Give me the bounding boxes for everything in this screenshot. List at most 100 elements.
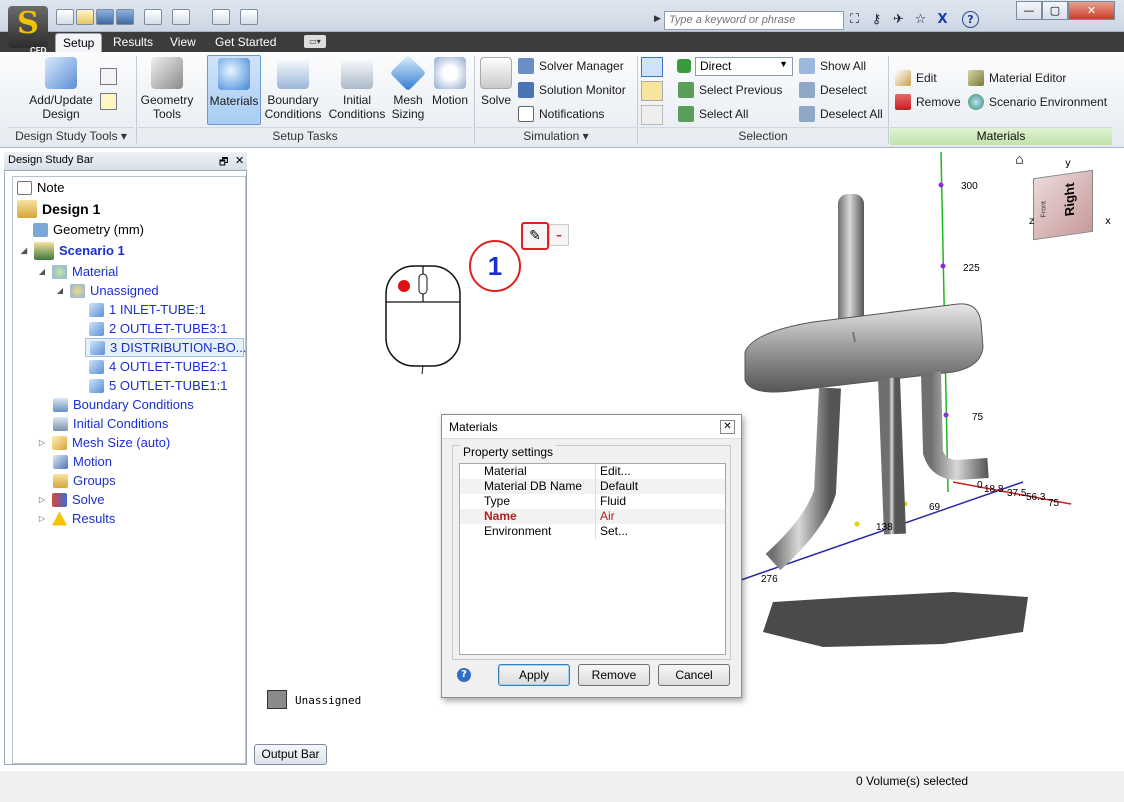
save-icon[interactable]	[96, 9, 114, 25]
satellite-icon[interactable]: ✈	[890, 11, 907, 28]
select-all-button[interactable]: Select All	[678, 104, 748, 124]
dialog-remove-button[interactable]: Remove	[578, 664, 650, 686]
remove-material-icon[interactable]: –	[549, 224, 569, 246]
solution-monitor-button[interactable]: Solution Monitor	[518, 80, 626, 100]
tree-mesh-size[interactable]: ▷ Mesh Size (auto)	[13, 433, 245, 452]
property-row-material[interactable]: Material Edit...	[460, 464, 725, 479]
collapse-icon[interactable]: ◢	[55, 286, 65, 295]
tree-boundary-conditions[interactable]: Boundary Conditions	[13, 395, 245, 414]
scenario-environment-button[interactable]: Scenario Environment	[968, 92, 1107, 112]
layout-icon[interactable]	[212, 9, 230, 25]
ribbon-options-icon[interactable]: ▭▾	[304, 35, 326, 48]
property-row-db-name[interactable]: Material DB Name Default	[460, 479, 725, 494]
dialog-close-icon[interactable]: ✕	[720, 420, 735, 434]
property-row-type[interactable]: Type Fluid	[460, 494, 725, 509]
minimize-button[interactable]: —	[1016, 1, 1042, 20]
initial-conditions-button[interactable]: Initial Conditions	[327, 55, 387, 125]
apply-button[interactable]: Apply	[498, 664, 570, 686]
dialog-help-icon[interactable]: ?	[457, 668, 471, 682]
star-icon[interactable]: ☆	[912, 11, 929, 28]
edit-button[interactable]: Edit	[895, 68, 937, 88]
remove-button[interactable]: Remove	[895, 92, 961, 112]
tree-part-1[interactable]: 1 INLET-TUBE:1	[13, 300, 245, 319]
view-cube[interactable]: Right Front	[1033, 169, 1093, 241]
motion-icon	[434, 57, 466, 89]
materials-button[interactable]: Materials	[207, 55, 261, 125]
expand-icon[interactable]: ▷	[37, 514, 47, 523]
tree-groups[interactable]: Groups	[13, 471, 245, 490]
tree-scenario[interactable]: ◢ Scenario 1	[13, 239, 245, 262]
key-icon[interactable]: ⚷	[868, 11, 885, 28]
separator	[136, 56, 137, 144]
binoculars-icon[interactable]: ⛶	[846, 11, 863, 28]
design-list-icon[interactable]	[100, 93, 117, 110]
notifications-button[interactable]: Notifications	[518, 104, 604, 124]
x-logo-icon[interactable]: X	[934, 11, 951, 28]
boundary-conditions-icon	[53, 397, 68, 412]
edit-material-icon[interactable]: ✎	[521, 222, 549, 250]
solve-icon	[52, 492, 67, 507]
boundary-conditions-button[interactable]: Boundary Conditions	[263, 55, 323, 125]
expand-icon[interactable]: ▷	[37, 495, 47, 504]
deselect-button[interactable]: Deselect	[799, 80, 867, 100]
close-panel-icon[interactable]: ✕	[235, 154, 244, 167]
tab-view[interactable]: View	[163, 33, 203, 52]
solver-manager-button[interactable]: Solver Manager	[518, 56, 624, 76]
cube-icon[interactable]	[172, 9, 190, 25]
collapse-icon[interactable]: ◢	[37, 267, 47, 276]
select-volume-icon[interactable]	[641, 57, 663, 77]
motion-button[interactable]: Motion	[429, 55, 471, 125]
property-row-name[interactable]: Name Air	[460, 509, 725, 524]
undo-icon[interactable]	[144, 9, 162, 25]
help-search-arrow-icon[interactable]: ▶	[654, 14, 661, 24]
tree-geometry[interactable]: Geometry (mm)	[13, 220, 245, 239]
close-button[interactable]: ✕	[1068, 1, 1115, 20]
show-all-button[interactable]: Show All	[799, 56, 866, 76]
select-edge-icon[interactable]	[641, 105, 663, 125]
group-simulation[interactable]: Simulation ▾	[476, 127, 636, 145]
tree-initial-conditions[interactable]: Initial Conditions	[13, 414, 245, 433]
solve-button[interactable]: Solve	[478, 55, 514, 125]
select-surface-icon[interactable]	[641, 81, 663, 101]
save-as-icon[interactable]	[116, 9, 134, 25]
expand-icon[interactable]: ▷	[37, 438, 47, 447]
tree-part-2[interactable]: 2 OUTLET-TUBE3:1	[13, 319, 245, 338]
axis-tick-label: 37.5	[1007, 488, 1027, 499]
selection-mode-dropdown[interactable]: Direct ▼	[677, 56, 795, 76]
restore-panel-icon[interactable]: 🗗	[219, 155, 228, 172]
tab-get-started[interactable]: Get Started	[208, 33, 283, 52]
deselect-all-button[interactable]: Deselect All	[799, 104, 883, 124]
output-bar-button[interactable]: Output Bar	[254, 744, 327, 765]
application-menu-button[interactable]: S CFD	[8, 6, 48, 55]
home-view-icon[interactable]: ⌂	[1015, 152, 1024, 168]
geometry-tools-button[interactable]: Geometry Tools	[138, 55, 196, 125]
mesh-sizing-button[interactable]: Mesh Sizing	[388, 54, 428, 125]
group-design-study-tools[interactable]: Design Study Tools ▾	[8, 127, 134, 145]
search-input[interactable]: Type a keyword or phrase	[664, 11, 844, 30]
tree-material[interactable]: ◢ Material	[13, 262, 245, 281]
tree-part-5[interactable]: 5 OUTLET-TUBE1:1	[13, 376, 245, 395]
tree-results[interactable]: ▷ Results	[13, 509, 245, 528]
tree-design[interactable]: Design 1	[13, 197, 245, 220]
property-row-environment[interactable]: Environment Set...	[460, 524, 725, 539]
groups-icon	[53, 473, 68, 488]
design-copy-icon[interactable]	[100, 68, 117, 85]
collapse-icon[interactable]: ◢	[19, 246, 29, 255]
new-icon[interactable]	[56, 9, 74, 25]
cancel-button[interactable]: Cancel	[658, 664, 730, 686]
tree-motion[interactable]: Motion	[13, 452, 245, 471]
tree-unassigned[interactable]: ◢ Unassigned	[13, 281, 245, 300]
mouse-wheel	[418, 273, 428, 295]
tab-results[interactable]: Results	[106, 33, 160, 52]
tab-setup[interactable]: Setup	[55, 33, 103, 52]
select-previous-button[interactable]: Select Previous	[678, 80, 782, 100]
tree-part-4[interactable]: 4 OUTLET-TUBE2:1	[13, 357, 245, 376]
open-icon[interactable]	[76, 9, 94, 25]
settings-icon[interactable]	[240, 9, 258, 25]
tree-part-3[interactable]: 3 DISTRIBUTION-BO...	[85, 338, 247, 357]
help-icon[interactable]: ?	[962, 11, 979, 28]
tree-solve[interactable]: ▷ Solve	[13, 490, 245, 509]
material-editor-button[interactable]: Material Editor	[968, 68, 1066, 88]
tree-note[interactable]: Note	[13, 178, 245, 197]
maximize-button[interactable]: ▢	[1042, 1, 1068, 20]
